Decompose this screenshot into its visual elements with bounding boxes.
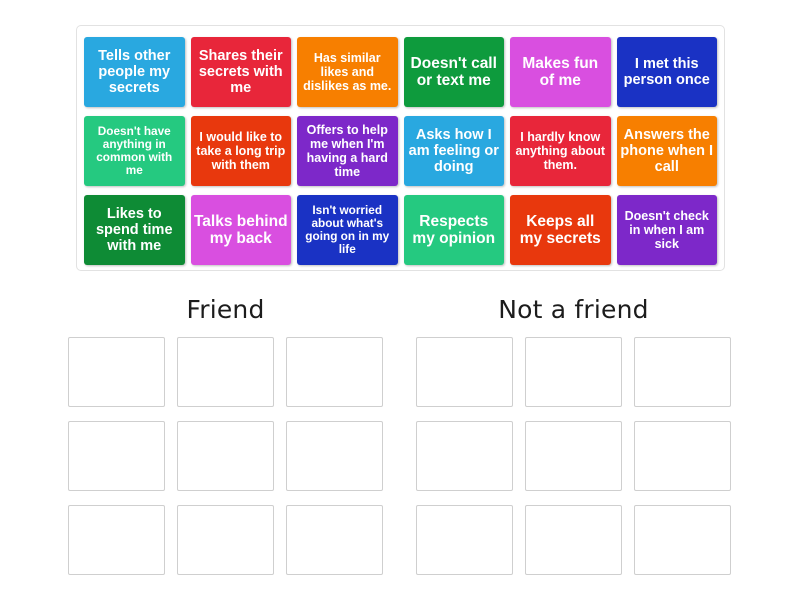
drop-slot-friend[interactable] [177,421,274,491]
sortable-tile[interactable]: I hardly know anything about them. [510,116,611,186]
column-heading-not-friend: Not a friend [498,295,649,324]
tile-row: Tells other people my secrets Shares thei… [84,34,717,110]
drop-slot-friend[interactable] [68,337,165,407]
drop-slot-friend[interactable] [177,505,274,575]
drop-slot-not-friend[interactable] [416,505,513,575]
column-heading-friend: Friend [186,295,265,324]
drop-slot-friend[interactable] [286,421,383,491]
sortable-tile[interactable]: Has similar likes and dislikes as me. [297,37,398,107]
drop-slot-not-friend[interactable] [634,337,731,407]
sortable-tile[interactable]: Answers the phone when I call [616,116,717,186]
drop-slot-friend[interactable] [286,505,383,575]
sortable-tile[interactable]: Asks how I am feeling or doing [403,116,504,186]
dropzone-group-friend [68,337,383,575]
sorting-activity-board: Tells other people my secrets Shares thei… [0,0,800,600]
sortable-tile[interactable]: Likes to spend time with me [84,195,185,265]
sortable-tile[interactable]: Doesn't call or text me [403,37,504,107]
sortable-tile[interactable]: Keeps all my secrets [510,195,611,265]
drop-slot-not-friend[interactable] [525,337,622,407]
drop-slot-not-friend[interactable] [525,421,622,491]
tile-row: Likes to spend time with me Talks behind … [84,192,717,268]
sortable-tile[interactable]: Respects my opinion [403,195,504,265]
sortable-tile[interactable]: I would like to take a long trip with th… [190,116,291,186]
dropzone-group-not-friend [416,337,731,575]
sortable-tile[interactable]: Isn't worried about what's going on in m… [297,195,398,265]
drop-slot-friend[interactable] [286,337,383,407]
sortable-tile[interactable]: I met this person once [616,37,717,107]
tile-tray: Tells other people my secrets Shares thei… [76,25,725,271]
drop-slot-friend[interactable] [177,337,274,407]
sortable-tile[interactable]: Offers to help me when I'm having a hard… [297,116,398,186]
drop-slot-not-friend[interactable] [525,505,622,575]
drop-slot-not-friend[interactable] [634,505,731,575]
drop-slot-friend[interactable] [68,421,165,491]
sortable-tile[interactable]: Shares their secrets with me [190,37,291,107]
drop-slot-not-friend[interactable] [634,421,731,491]
sortable-tile[interactable]: Doesn't check in when I am sick [616,195,717,265]
drop-slot-not-friend[interactable] [416,421,513,491]
sortable-tile[interactable]: Talks behind my back [190,195,291,265]
drop-slot-not-friend[interactable] [416,337,513,407]
sortable-tile[interactable]: Makes fun of me [510,37,611,107]
sortable-tile[interactable]: Tells other people my secrets [84,37,185,107]
sortable-tile[interactable]: Doesn't have anything in common with me [84,116,185,186]
drop-slot-friend[interactable] [68,505,165,575]
tile-row: Doesn't have anything in common with me I… [84,113,717,189]
